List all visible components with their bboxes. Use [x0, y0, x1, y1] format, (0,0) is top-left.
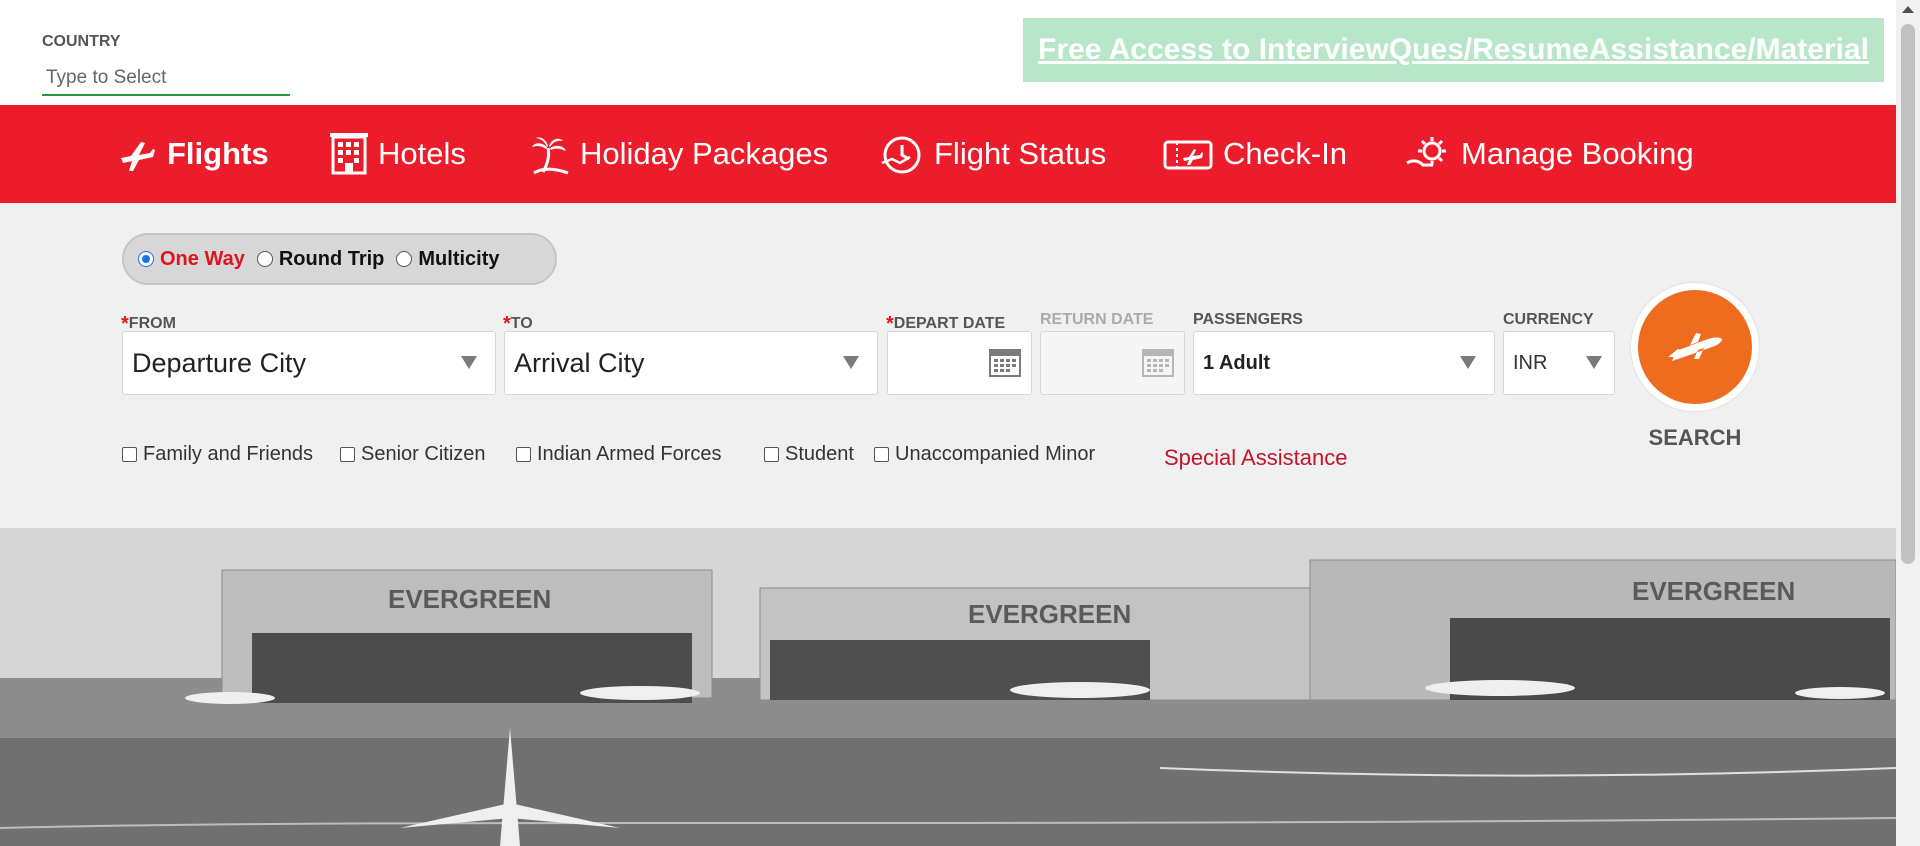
return-date-label: RETURN DATE — [1040, 311, 1154, 328]
nav-item-holiday-packages[interactable]: Holiday Packages — [530, 105, 828, 203]
hero-image: EVERGREEN EVERGREEN EVERGREEN — [0, 528, 1896, 846]
nav-item-label: Holiday Packages — [580, 136, 829, 171]
depart-label-text: DEPART DATE — [893, 315, 1006, 332]
chevron-down-icon — [1460, 356, 1476, 369]
checkbox[interactable] — [516, 447, 531, 462]
option-label: Student — [785, 443, 854, 465]
hangar-sign-3: EVERGREEN — [1632, 576, 1795, 606]
trip-option-one-way[interactable]: One Way — [138, 248, 245, 271]
passengers-value: 1 Adult — [1203, 351, 1271, 374]
option-label: Unaccompanied Minor — [895, 443, 1096, 465]
palm-tree-icon — [532, 137, 569, 175]
chevron-down-icon — [1586, 356, 1602, 369]
trip-option-label: One Way — [160, 247, 245, 270]
special-assistance-link[interactable]: Special Assistance — [1164, 445, 1347, 471]
calendar-icon — [1142, 349, 1174, 377]
option-unaccompanied-minor[interactable]: Unaccompanied Minor — [874, 443, 1095, 466]
checkbox[interactable] — [122, 447, 137, 462]
calendar-icon[interactable] — [989, 346, 1021, 378]
trip-option-round-trip[interactable]: Round Trip — [256, 247, 385, 271]
nav-item-label: Check-In — [1223, 136, 1348, 171]
nav-item-label: Hotels — [378, 136, 466, 171]
flight-search-panel: One Way Round Trip Multicity *FROM *TO *… — [0, 203, 1896, 528]
option-label: Senior Citizen — [361, 443, 486, 465]
nav-item-check-in[interactable]: Check-In — [1163, 105, 1347, 203]
option-senior-citizen[interactable]: Senior Citizen — [340, 443, 486, 466]
checkbox[interactable] — [340, 447, 355, 462]
from-label-text: FROM — [128, 315, 176, 332]
currency-select[interactable]: INR — [1503, 331, 1615, 395]
checkbox[interactable] — [764, 447, 779, 462]
chevron-down-icon — [843, 356, 859, 369]
hangar-scene-illustration: EVERGREEN EVERGREEN EVERGREEN — [0, 528, 1896, 846]
chevron-down-icon — [461, 356, 477, 369]
clock-status-icon — [881, 136, 921, 174]
gear-hand-icon — [1406, 137, 1446, 167]
scroll-up-arrow-icon[interactable] — [1902, 6, 1914, 13]
to-label-text: TO — [510, 315, 533, 332]
from-value: Departure City — [132, 347, 307, 378]
radio-round-trip[interactable] — [256, 251, 273, 267]
radio-multicity[interactable] — [396, 251, 413, 267]
scrollbar-thumb[interactable] — [1901, 24, 1915, 564]
option-family-and-friends[interactable]: Family and Friends — [122, 443, 313, 466]
nav-item-flight-status[interactable]: Flight Status — [880, 105, 1106, 203]
promo-link[interactable]: Free Access to InterviewQues/ResumeAssis… — [1038, 33, 1869, 67]
trip-option-multicity[interactable]: Multicity — [396, 247, 500, 271]
nav-item-label: Flight Status — [934, 136, 1107, 171]
promo-banner: Free Access to InterviewQues/ResumeAssis… — [1023, 18, 1884, 82]
nav-item-flights[interactable]: Flights — [117, 105, 269, 203]
country-input[interactable] — [42, 62, 290, 96]
currency-label: CURRENCY — [1503, 311, 1594, 328]
country-label: COUNTRY — [42, 33, 121, 50]
hangar-sign-2: EVERGREEN — [968, 599, 1131, 629]
checkbox[interactable] — [874, 447, 889, 462]
to-select[interactable]: Arrival City — [504, 331, 878, 395]
trip-type-selector: One Way Round Trip Multicity — [122, 233, 557, 285]
page: COUNTRY Free Access to InterviewQues/Res… — [0, 0, 1920, 846]
ticket-icon — [1163, 140, 1213, 170]
nav-item-label: Manage Booking — [1461, 136, 1694, 171]
currency-value: INR — [1513, 351, 1548, 374]
return-date-input[interactable] — [1040, 331, 1185, 395]
plane-icon — [121, 142, 155, 171]
trip-option-label: Round Trip — [278, 247, 385, 270]
search-button[interactable] — [1631, 283, 1759, 411]
option-student[interactable]: Student — [764, 443, 854, 466]
option-indian-armed-forces[interactable]: Indian Armed Forces — [516, 443, 722, 466]
option-label: Family and Friends — [143, 443, 314, 465]
main-nav: Flights Hotels Holiday Packages Flight S… — [0, 105, 1896, 203]
passengers-label: PASSENGERS — [1193, 311, 1303, 328]
top-bar: COUNTRY Free Access to InterviewQues/Res… — [0, 0, 1896, 105]
option-label: Indian Armed Forces — [537, 443, 722, 465]
to-value: Arrival City — [514, 347, 645, 378]
depart-date-input[interactable] — [887, 331, 1032, 395]
radio-one-way[interactable] — [138, 251, 154, 267]
hotel-icon — [330, 133, 368, 175]
hangar-sign-1: EVERGREEN — [388, 584, 551, 614]
passengers-select[interactable]: 1 Adult — [1193, 331, 1495, 395]
vertical-scrollbar[interactable] — [1896, 0, 1920, 846]
plane-takeoff-icon — [1668, 333, 1722, 361]
trip-option-label: Multicity — [418, 247, 500, 270]
from-select[interactable]: Departure City — [122, 331, 496, 395]
nav-item-label: Flights — [167, 136, 269, 171]
nav-item-hotels[interactable]: Hotels — [330, 105, 466, 203]
search-label: SEARCH — [1648, 425, 1742, 450]
nav-item-manage-booking[interactable]: Manage Booking — [1405, 105, 1694, 203]
